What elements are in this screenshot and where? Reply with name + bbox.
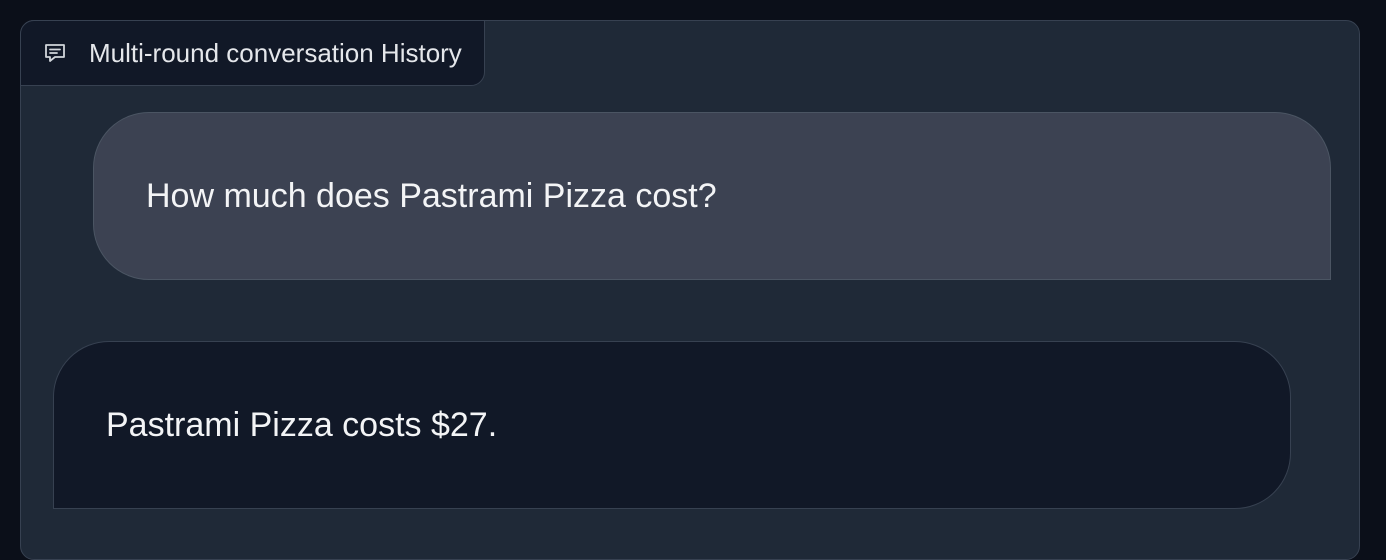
- panel-label-text: Multi-round conversation History: [89, 37, 462, 68]
- chatbot-panel: Multi-round conversation History How muc…: [20, 20, 1360, 560]
- bot-message-text: Pastrami Pizza costs $27.: [106, 405, 498, 444]
- user-message: How much does Pastrami Pizza cost?: [93, 112, 1331, 280]
- chat-icon: [43, 41, 67, 65]
- bot-message: Pastrami Pizza costs $27.: [53, 341, 1291, 509]
- user-message-text: How much does Pastrami Pizza cost?: [146, 176, 717, 215]
- panel-label: Multi-round conversation History: [20, 20, 485, 86]
